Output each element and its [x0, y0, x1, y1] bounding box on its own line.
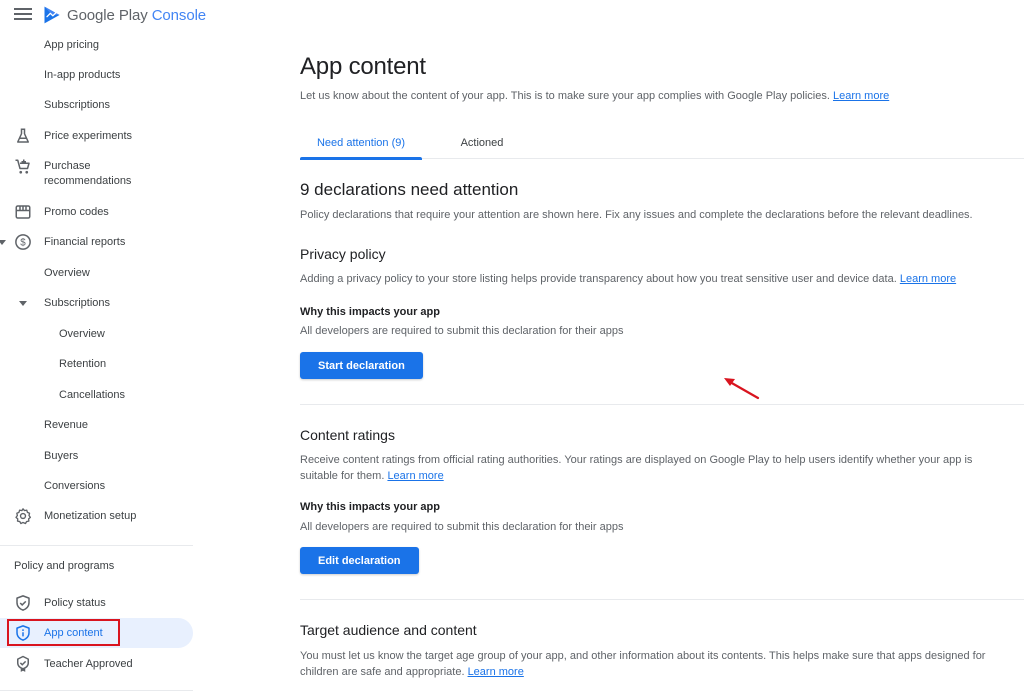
caret-down-icon[interactable] — [19, 301, 27, 306]
top-bar: Google Play Console — [0, 0, 206, 32]
sidebar-item-overview[interactable]: Overview — [0, 266, 193, 281]
learn-more-link[interactable]: Learn more — [468, 666, 524, 678]
section-title: Privacy policy — [300, 246, 386, 262]
sidebar-item-label: App pricing — [44, 39, 100, 51]
sidebar-item-buyers[interactable]: Buyers — [0, 449, 193, 464]
sidebar-item-label: Retention — [59, 358, 107, 370]
sidebar-item-label: Subscriptions — [44, 99, 111, 111]
badge-check-icon — [13, 654, 33, 674]
page-subtitle: Let us know about the content of your ap… — [300, 90, 889, 102]
section-description-text: Adding a privacy policy to your store li… — [300, 273, 897, 285]
sidebar-item-label: Cancellations — [59, 389, 126, 401]
sidebar-item-label: Revenue — [44, 419, 89, 431]
shield-check-icon — [13, 593, 33, 613]
annotation-arrow-icon — [724, 378, 760, 400]
sidebar-item-app-pricing[interactable]: App pricing — [0, 38, 193, 53]
gear-icon — [13, 506, 33, 526]
brand-main: Google Play — [67, 7, 148, 24]
tab-bar: Need attention (9) Actioned — [300, 128, 1024, 160]
sidebar-item-cancellations[interactable]: Cancellations — [0, 388, 193, 403]
flask-icon — [13, 126, 33, 146]
sidebar-item-label: Promo codes — [44, 206, 109, 218]
sidebar-item-retention[interactable]: Retention — [0, 357, 193, 372]
sidebar-item-label: Policy status — [44, 597, 106, 609]
sidebar-section-title: Policy and programs — [14, 560, 115, 572]
why-impacts-title: Why this impacts your app — [300, 306, 440, 318]
sidebar-item-label: Price experiments — [44, 130, 133, 142]
brand-accent: Console — [151, 7, 207, 24]
caret-down-icon[interactable] — [0, 240, 6, 245]
app-brand[interactable]: Google Play Console — [67, 7, 206, 24]
section-title: Target audience and content — [300, 622, 477, 638]
cart-plus-icon — [13, 157, 33, 177]
why-impacts-title: Why this impacts your app — [300, 501, 440, 513]
sidebar-bottom-divider — [0, 690, 193, 691]
sidebar-item-monetization-setup[interactable]: Monetization setup — [0, 506, 193, 526]
learn-more-link[interactable]: Learn more — [900, 273, 956, 285]
start-declaration-button[interactable]: Start declaration — [300, 352, 423, 379]
play-console-logo-icon — [44, 6, 60, 24]
sidebar-item-subscriptions[interactable]: Subscriptions — [0, 98, 193, 113]
sidebar-item-label: Conversions — [44, 480, 106, 492]
sidebar-item-label: Buyers — [44, 450, 79, 462]
attention-description: Policy declarations that require your at… — [300, 209, 973, 221]
sidebar-item-label: In-app products — [44, 69, 121, 81]
sidebar-item-label: Overview — [59, 328, 105, 340]
section-description-text: You must let us know the target age grou… — [300, 650, 986, 678]
menu-icon[interactable] — [14, 8, 32, 22]
sidebar-item-price-experiments[interactable]: Price experiments — [0, 126, 193, 146]
dollar-circle-icon: $ — [13, 232, 33, 252]
why-impacts-text: All developers are required to submit th… — [300, 521, 624, 533]
sidebar-item-subscriptions-reports[interactable]: Subscriptions — [0, 296, 193, 311]
sidebar-item-label: Overview — [44, 267, 90, 279]
sidebar-item-label: Teacher Approved — [44, 658, 133, 670]
section-divider — [300, 599, 1024, 600]
page-title: App content — [300, 53, 426, 80]
page-subtitle-text: Let us know about the content of your ap… — [300, 90, 830, 102]
sidebar-item-label: Purchase — [44, 160, 91, 172]
section-title: Content ratings — [300, 427, 395, 443]
sidebar-divider — [0, 545, 193, 546]
annotation-highlight-box — [7, 619, 120, 646]
sidebar-item-label: Financial reports — [44, 236, 126, 248]
main-content: App content Let us know about the conten… — [300, 0, 1024, 692]
sidebar-item-teacher-approved[interactable]: Teacher Approved — [0, 654, 193, 674]
section-description: Adding a privacy policy to your store li… — [300, 271, 956, 287]
svg-text:$: $ — [20, 237, 26, 248]
learn-more-link[interactable]: Learn more — [387, 470, 443, 482]
sidebar-item-promo-codes[interactable]: Promo codes — [0, 205, 193, 220]
section-description: You must let us know the target age grou… — [300, 648, 990, 680]
sidebar: Google Play Console App pricing In-app p… — [0, 0, 206, 692]
sidebar-item-label: Monetization setup — [44, 510, 137, 522]
tab-need-attention[interactable]: Need attention (9) — [300, 128, 422, 160]
sidebar-item-label-line2: recommendations — [44, 175, 132, 187]
section-divider — [300, 404, 1024, 405]
section-description: Receive content ratings from official ra… — [300, 452, 990, 484]
sidebar-item-financial-reports[interactable]: $ Financial reports — [0, 232, 193, 252]
sidebar-item-policy-status[interactable]: Policy status — [0, 593, 193, 613]
learn-more-link[interactable]: Learn more — [833, 90, 889, 102]
why-impacts-text: All developers are required to submit th… — [300, 325, 624, 337]
attention-heading: 9 declarations need attention — [300, 180, 519, 199]
sidebar-item-purchase-recommendations[interactable]: Purchase recommendations — [0, 159, 193, 189]
tab-actioned[interactable]: Actioned — [445, 128, 519, 159]
sidebar-item-subscriptions-overview[interactable]: Overview — [0, 327, 193, 342]
sidebar-item-in-app-products[interactable]: In-app products — [0, 68, 193, 83]
sidebar-item-conversions[interactable]: Conversions — [0, 479, 193, 494]
sidebar-item-revenue[interactable]: Revenue — [0, 418, 193, 433]
sidebar-item-label: Subscriptions — [44, 297, 111, 309]
storefront-icon — [13, 202, 33, 222]
edit-declaration-button[interactable]: Edit declaration — [300, 547, 419, 574]
